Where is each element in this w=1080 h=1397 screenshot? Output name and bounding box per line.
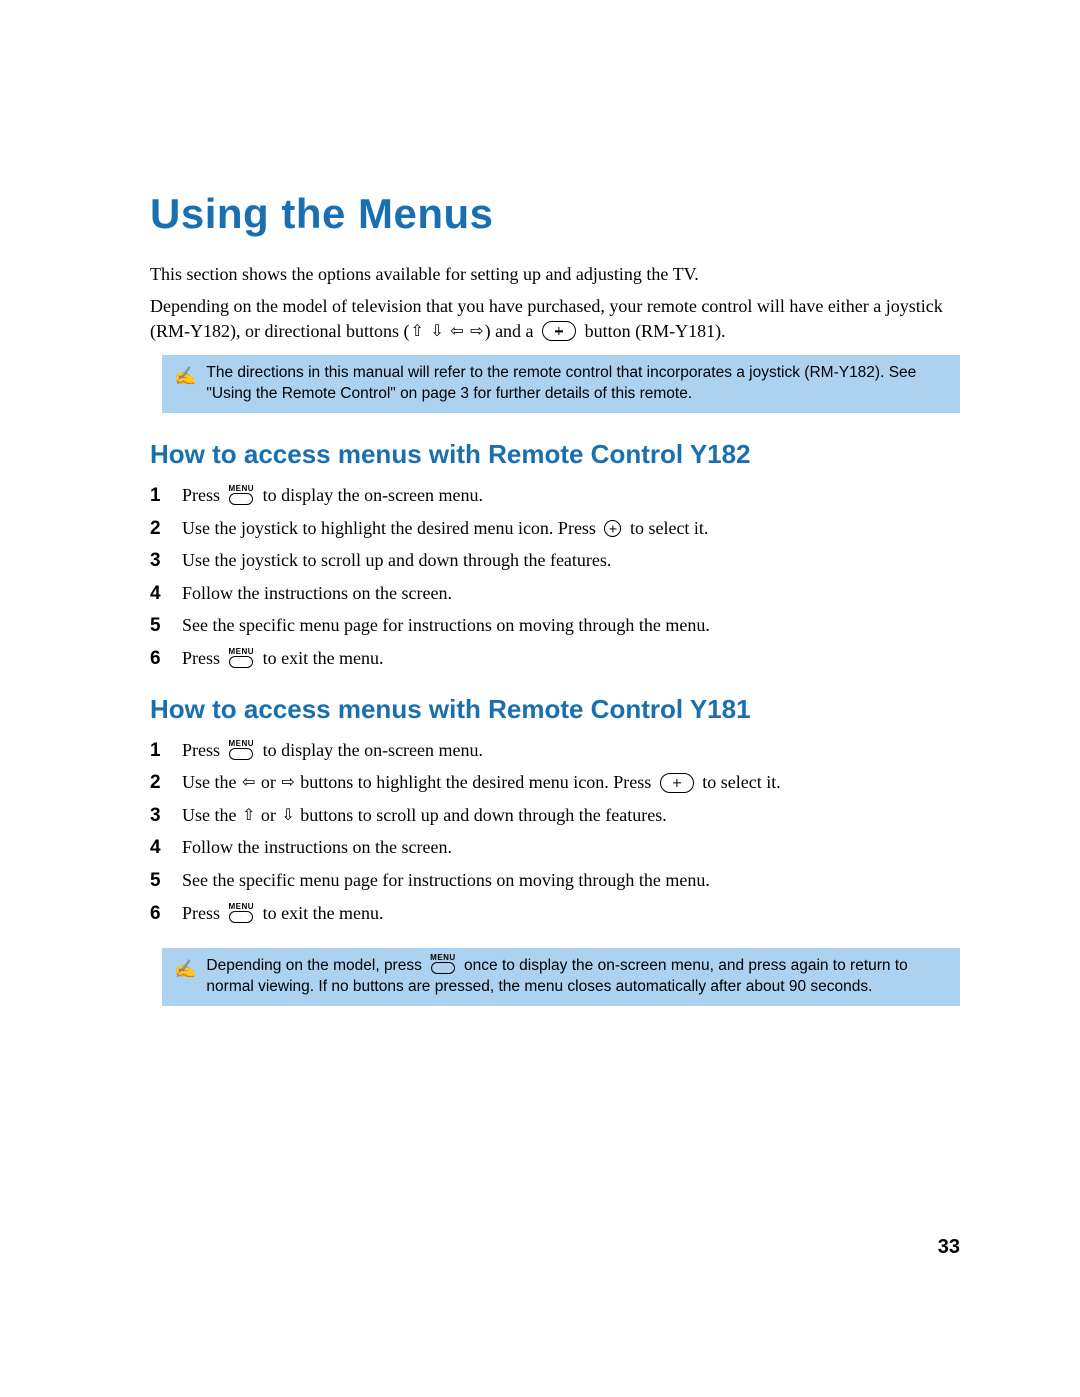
step-item: Use the ⇦ or ⇨ buttons to highlight the … (150, 767, 960, 800)
page-number: 33 (150, 1236, 960, 1259)
steps-list-y181: Press MENU to display the on-screen menu… (150, 735, 960, 931)
arrow-down-icon: ⇩ (430, 321, 443, 343)
step-text: Use the ⇦ or ⇨ buttons to highlight the … (182, 770, 781, 795)
step-text: Press MENU to display the on-screen menu… (182, 738, 483, 763)
steps-list-y182: Press MENU to display the on-screen menu… (150, 480, 960, 676)
step-item: Press MENU to display the on-screen menu… (150, 735, 960, 768)
note-box-2: ✍ Depending on the model, press MENU onc… (162, 948, 960, 1006)
plus-circle-icon (604, 520, 621, 537)
arrow-up-icon: ⇧ (242, 805, 255, 827)
step-text: Follow the instructions on the screen. (182, 835, 452, 860)
intro-paragraph-1: This section shows the options available… (150, 262, 960, 286)
step-item: Use the joystick to highlight the desire… (150, 513, 960, 546)
step-text: Press MENU to exit the menu. (182, 901, 384, 926)
step-text: Use the joystick to highlight the desire… (182, 516, 708, 541)
step-item: Press MENU to display the on-screen menu… (150, 480, 960, 513)
step-text: Press MENU to exit the menu. (182, 646, 384, 671)
step-text: Use the joystick to scroll up and down t… (182, 548, 611, 573)
note-text-1: The directions in this manual will refer… (206, 363, 944, 405)
step-item: See the specific menu page for instructi… (150, 610, 960, 643)
note-icon: ✍ (174, 363, 196, 405)
intro-and-a: ) and a (485, 321, 538, 341)
heading-y181: How to access menus with Remote Control … (150, 694, 960, 725)
note2-lead: Depending on the model, press (206, 957, 426, 974)
step-item: Follow the instructions on the screen. (150, 832, 960, 865)
step-item: Use the ⇧ or ⇩ buttons to scroll up and … (150, 800, 960, 833)
arrow-down-icon: ⇩ (281, 805, 294, 827)
step-text: Follow the instructions on the screen. (182, 581, 452, 606)
step-text: Use the ⇧ or ⇩ buttons to scroll up and … (182, 803, 667, 828)
intro-tail: button (RM-Y181). (580, 321, 726, 341)
step-text: Press MENU to display the on-screen menu… (182, 483, 483, 508)
step-item: Use the joystick to scroll up and down t… (150, 545, 960, 578)
arrow-right-icon: ⇨ (281, 772, 294, 794)
arrow-right-icon: ⇨ (470, 321, 483, 343)
note-box-1: ✍ The directions in this manual will ref… (162, 355, 960, 413)
step-text: See the specific menu page for instructi… (182, 868, 710, 893)
step-item: Press MENU to exit the menu. (150, 643, 960, 676)
menu-button-icon: MENU (229, 648, 255, 668)
step-item: See the specific menu page for instructi… (150, 865, 960, 898)
menu-button-icon: MENU (229, 903, 255, 923)
note-text-2: Depending on the model, press MENU once … (206, 956, 944, 998)
document-page: Using the Menus This section shows the o… (0, 0, 1080, 1319)
step-item: Follow the instructions on the screen. (150, 578, 960, 611)
heading-y182: How to access menus with Remote Control … (150, 439, 960, 470)
menu-button-icon: MENU (430, 954, 456, 974)
step-text: See the specific menu page for instructi… (182, 613, 710, 638)
plus-button-icon (542, 321, 576, 341)
menu-button-icon: MENU (229, 740, 255, 760)
menu-button-icon: MENU (229, 485, 255, 505)
note-icon: ✍ (174, 956, 196, 998)
arrow-up-icon: ⇧ (410, 321, 423, 343)
intro-paragraph-2: Depending on the model of television tha… (150, 294, 960, 343)
step-item: Press MENU to exit the menu. (150, 898, 960, 931)
plus-button-icon (660, 773, 694, 793)
arrow-left-icon: ⇦ (450, 321, 463, 343)
page-title: Using the Menus (150, 190, 960, 238)
arrow-left-icon: ⇦ (242, 772, 255, 794)
